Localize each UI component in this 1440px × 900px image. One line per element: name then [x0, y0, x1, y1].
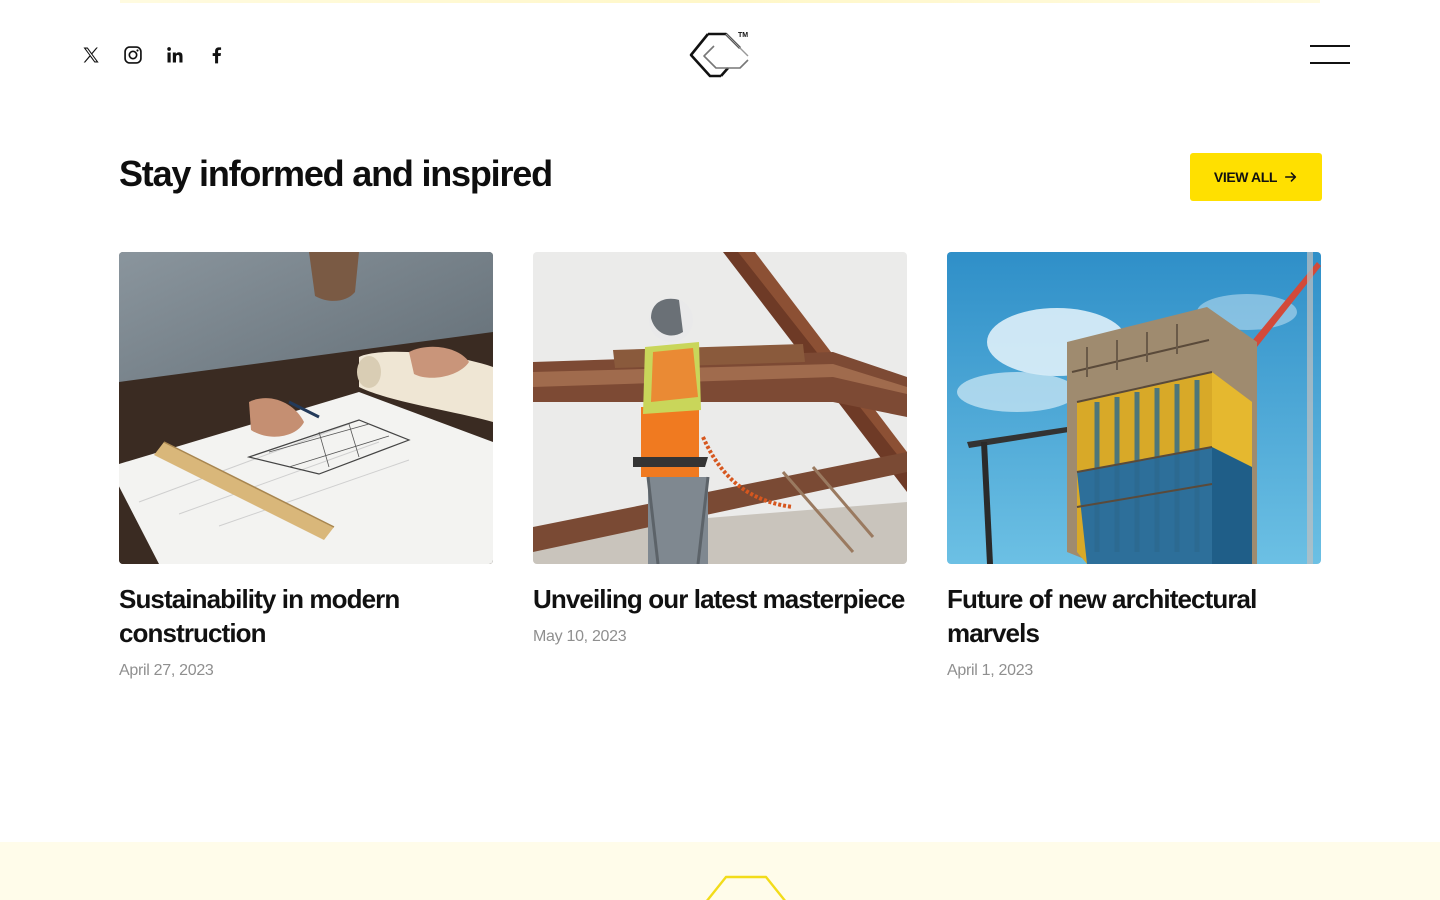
post-date: April 1, 2023: [947, 662, 1033, 679]
section-title: Stay informed and inspired: [119, 153, 553, 194]
post-date: May 10, 2023: [533, 628, 627, 645]
linkedin-icon[interactable]: [164, 44, 186, 66]
instagram-icon[interactable]: [122, 44, 144, 66]
post-list: Sustainability in modern construction Ap…: [119, 252, 1322, 680]
worker-steel-beams-photo[interactable]: [533, 252, 907, 564]
post-title[interactable]: Sustainability in modern construction: [119, 582, 493, 650]
post-title[interactable]: Future of new architectural marvels: [947, 582, 1321, 650]
post-title[interactable]: Unveiling our latest masterpiece: [533, 582, 907, 616]
post-date: April 27, 2023: [119, 662, 214, 679]
post-card[interactable]: Sustainability in modern construction Ap…: [119, 252, 493, 680]
site-header: TM: [0, 0, 1440, 110]
footer-band: [0, 842, 1440, 900]
view-all-label: VIEW ALL: [1213, 169, 1278, 185]
arrow-right-icon: [1285, 172, 1297, 182]
brand-logo-icon[interactable]: TM: [688, 28, 754, 82]
post-card[interactable]: Unveiling our latest masterpiece May 10,…: [533, 252, 907, 680]
facebook-icon[interactable]: [206, 44, 228, 66]
architect-drawing-blueprint-photo[interactable]: [119, 252, 493, 564]
view-all-button[interactable]: VIEW ALL: [1190, 153, 1322, 201]
x-icon[interactable]: [80, 44, 102, 66]
hamburger-menu-icon[interactable]: [1308, 42, 1352, 68]
footer-logo-outline-icon: [706, 875, 786, 900]
post-card[interactable]: Future of new architectural marvels Apri…: [947, 252, 1321, 680]
social-links: [80, 44, 228, 66]
svg-text:TM: TM: [738, 32, 748, 39]
building-under-construction-photo[interactable]: [947, 252, 1321, 564]
